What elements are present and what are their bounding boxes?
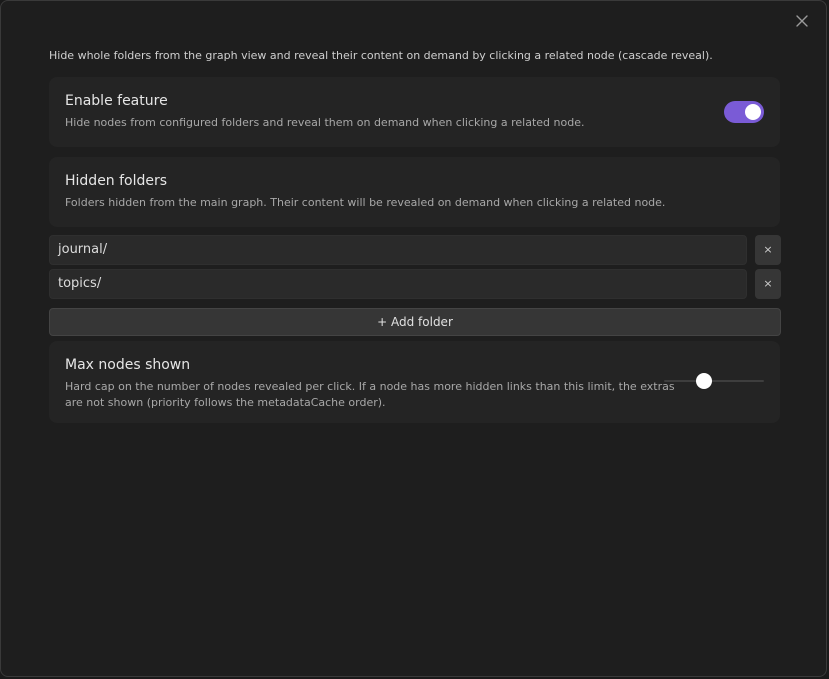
max-nodes-card: Max nodes shown Hard cap on the number o… [49,341,780,423]
add-folder-button[interactable]: + Add folder [49,308,781,336]
max-nodes-desc-line2: are not shown (priority follows the meta… [65,396,386,409]
close-button[interactable] [792,11,812,31]
enable-feature-card: Enable feature Hide nodes from configure… [49,77,780,147]
slider-thumb[interactable] [696,373,712,389]
folder-row: journal/ × [49,235,781,265]
enable-feature-toggle[interactable] [724,101,764,123]
hidden-folders-title: Hidden folders [65,173,168,189]
max-nodes-desc-line1: Hard cap on the number of nodes revealed… [65,380,675,393]
enable-feature-desc: Hide nodes from configured folders and r… [65,116,585,129]
enable-feature-title: Enable feature [65,93,168,109]
slider-track [664,380,764,382]
settings-modal: Hide whole folders from the graph view a… [0,0,827,677]
remove-folder-button[interactable]: × [755,269,781,299]
max-nodes-title: Max nodes shown [65,357,191,373]
hidden-folders-desc: Folders hidden from the main graph. Thei… [65,196,666,209]
hidden-folders-card: Hidden folders Folders hidden from the m… [49,157,780,227]
folder-input[interactable]: journal/ [49,235,747,265]
intro-text: Hide whole folders from the graph view a… [49,49,713,62]
folder-input[interactable]: topics/ [49,269,747,299]
close-icon [796,15,808,27]
remove-folder-button[interactable]: × [755,235,781,265]
toggle-knob [745,104,761,120]
folder-row: topics/ × [49,269,781,299]
max-nodes-slider[interactable] [664,373,764,389]
